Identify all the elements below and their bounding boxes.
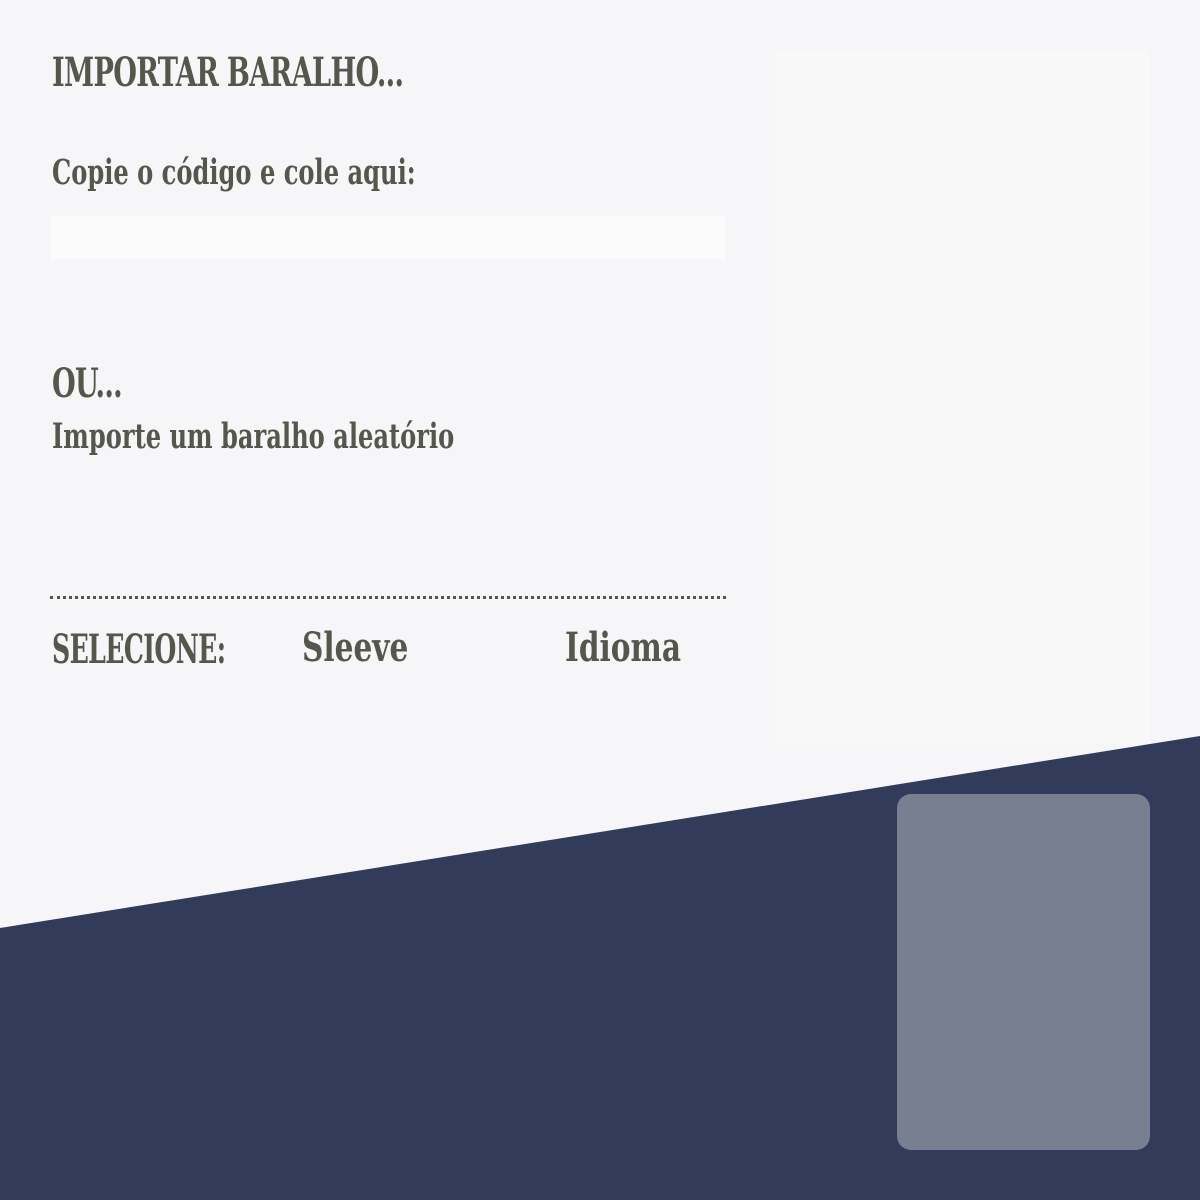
select-label: SELECIONE:	[52, 626, 226, 673]
import-random-deck-link[interactable]: Importe um baralho aleatório	[52, 419, 454, 454]
paste-code-label: Copie o código e cole aqui:	[52, 152, 416, 193]
deck-code-input[interactable]	[50, 216, 726, 259]
or-heading: OU...	[52, 360, 123, 407]
card-preview-slot	[897, 794, 1150, 1150]
deck-preview-panel	[776, 50, 1150, 744]
page-title: IMPORTAR BARALHO...	[52, 49, 404, 96]
language-option[interactable]: Idioma	[565, 628, 681, 668]
dotted-divider	[50, 596, 726, 599]
sleeve-option[interactable]: Sleeve	[302, 628, 408, 668]
